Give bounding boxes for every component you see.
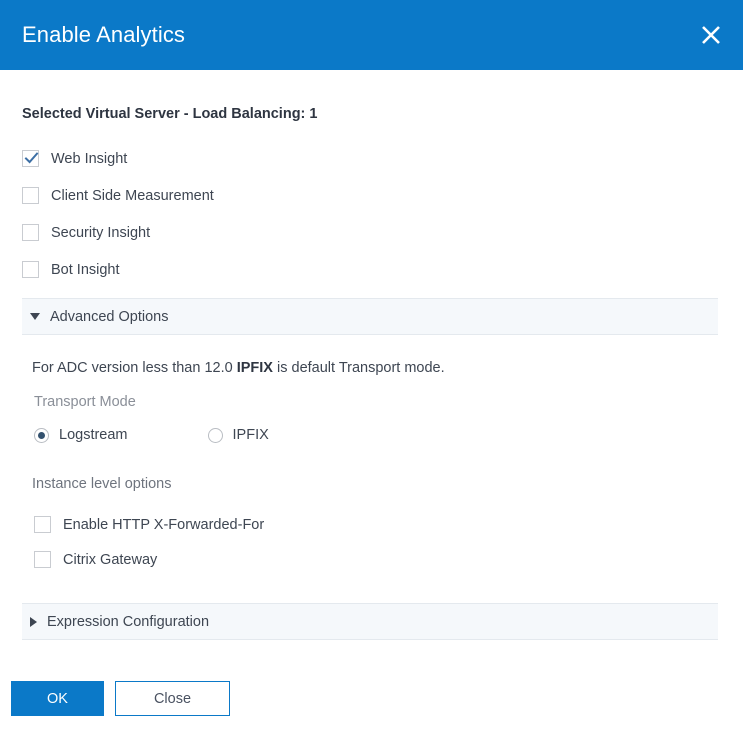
checkbox-box (34, 516, 51, 533)
page-title: Selected Virtual Server - Load Balancing… (22, 106, 318, 122)
instance-level-options-label: Instance level options (32, 476, 172, 492)
radio-ipfix[interactable]: IPFIX (207, 427, 269, 443)
checkbox-box (34, 551, 51, 568)
accordion-expression-configuration[interactable]: Expression Configuration (22, 603, 718, 640)
advanced-note-suffix: is default Transport mode. (272, 360, 445, 376)
advanced-note-bold: IPFIX (236, 360, 273, 376)
radio-logstream[interactable]: Logstream (34, 427, 128, 443)
checkbox-box (22, 224, 39, 241)
radio-label: IPFIX (232, 427, 269, 443)
checkbox-security-insight[interactable]: Security Insight (22, 214, 214, 251)
checkbox-label: Citrix Gateway (63, 551, 158, 568)
transport-mode-label: Transport Mode (34, 394, 136, 410)
dialog-footer: OK Close (0, 670, 743, 729)
checkbox-bot-insight[interactable]: Bot Insight (22, 251, 214, 288)
accordion-advanced-options[interactable]: Advanced Options (22, 298, 718, 335)
checkbox-box (22, 261, 39, 278)
checkbox-label: Web Insight (51, 150, 128, 167)
checkbox-label: Client Side Measurement (51, 187, 214, 204)
advanced-note: For ADC version less than 12.0 IPFIX is … (32, 360, 445, 376)
radio-button-selected (34, 427, 49, 443)
checkbox-citrix-gateway[interactable]: Citrix Gateway (34, 542, 264, 577)
dialog-header: Enable Analytics (0, 0, 743, 70)
instance-options-list: Enable HTTP X-Forwarded-For Citrix Gatew… (34, 507, 264, 577)
checkbox-client-side-measurement[interactable]: Client Side Measurement (22, 177, 214, 214)
checkbox-web-insight[interactable]: Web Insight (22, 140, 214, 177)
checkbox-label: Bot Insight (51, 261, 120, 278)
checkbox-box (22, 187, 39, 204)
accordion-label: Advanced Options (50, 308, 169, 325)
accordion-label: Expression Configuration (47, 613, 210, 630)
close-button[interactable]: Close (115, 681, 230, 716)
checkbox-label: Security Insight (51, 224, 151, 241)
dialog-body: Selected Virtual Server - Load Balancing… (0, 70, 743, 670)
enable-analytics-dialog: Enable Analytics Selected Virtual Server… (0, 0, 743, 729)
checkbox-box-checked (22, 150, 39, 167)
close-icon[interactable] (694, 18, 728, 52)
ok-button[interactable]: OK (11, 681, 104, 716)
checkbox-label: Enable HTTP X-Forwarded-For (63, 516, 265, 533)
radio-button (207, 427, 223, 443)
radio-label: Logstream (59, 427, 128, 443)
advanced-note-prefix: For ADC version less than 12.0 (32, 360, 237, 376)
chevron-down-icon (30, 313, 40, 320)
transport-mode-radio-group: Logstream IPFIX (34, 427, 269, 443)
insight-options-list: Web Insight Client Side Measurement Secu… (22, 140, 214, 288)
checkbox-enable-http-x-forwarded-for[interactable]: Enable HTTP X-Forwarded-For (34, 507, 264, 542)
chevron-right-icon (30, 616, 37, 627)
dialog-title: Enable Analytics (22, 22, 186, 47)
